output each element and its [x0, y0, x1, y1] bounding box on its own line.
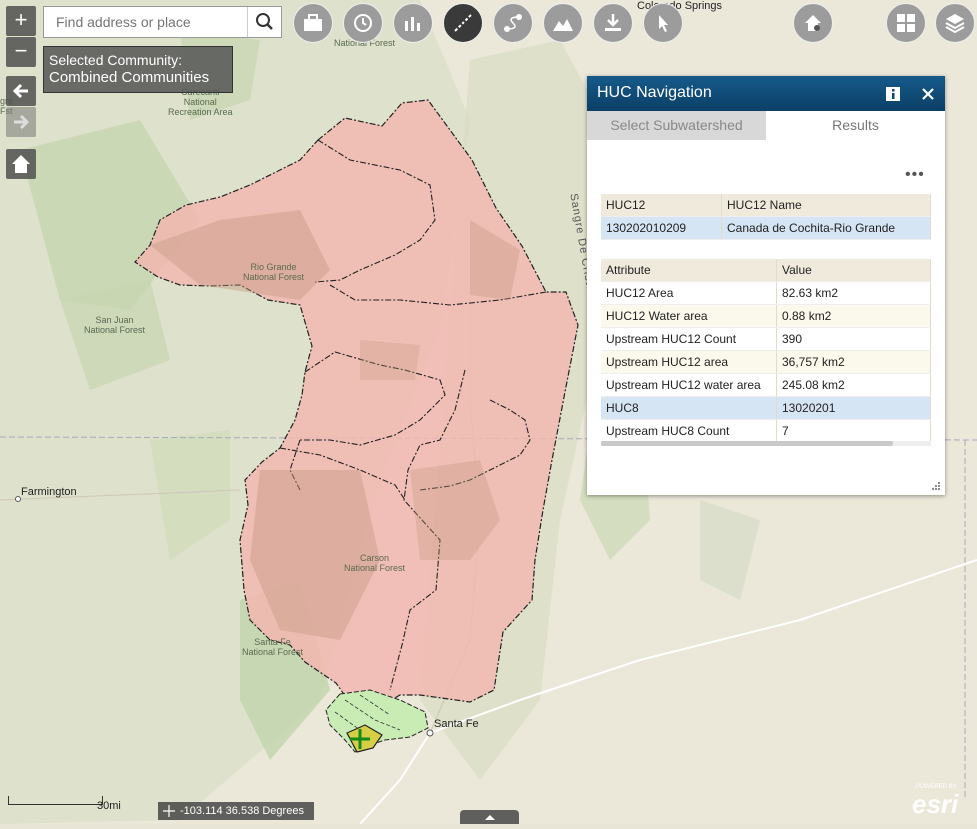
chart-button[interactable] [393, 3, 433, 43]
attr-name: HUC8 [601, 396, 777, 420]
previous-extent-button[interactable] [6, 76, 36, 106]
forward-arrow-icon [14, 114, 30, 130]
table-row[interactable]: Upstream HUC12 Count 390 [601, 327, 931, 351]
attr-name: Upstream HUC12 water area [601, 373, 777, 397]
info-icon[interactable] [886, 87, 900, 101]
trace-icon [454, 14, 472, 32]
location-button[interactable] [793, 3, 833, 43]
map-label-santa-fe: Santa Fe [434, 718, 479, 730]
esri-brand: esri [912, 789, 959, 819]
coordinate-value: -103.114 36.538 Degrees [180, 805, 304, 817]
attr-name: HUC12 Water area [601, 304, 777, 328]
map-label-farmington: Farmington [21, 486, 77, 498]
panel-header: HUC Navigation [587, 76, 945, 111]
scale-label: 30mi [97, 800, 121, 812]
bottom-panel-toggle[interactable] [460, 810, 519, 824]
attr-name: Upstream HUC12 area [601, 350, 777, 374]
close-icon[interactable] [922, 88, 934, 100]
attr-value: 390 [776, 327, 931, 351]
community-value: Combined Communities [49, 69, 210, 86]
clock-icon [354, 14, 372, 32]
pointer-icon [659, 15, 668, 32]
coordinate-display[interactable]: -103.114 36.538 Degrees [158, 802, 314, 820]
tab-select-subwatershed[interactable]: Select Subwatershed [587, 111, 766, 140]
layers-button[interactable] [935, 3, 975, 43]
table-row[interactable]: Upstream HUC12 water area 245.08 km2 [601, 373, 931, 397]
minus-icon: − [14, 38, 28, 63]
table-row[interactable]: HUC12 Water area 0.88 km2 [601, 304, 931, 328]
profile-icon [553, 19, 573, 31]
toolbox-button[interactable] [293, 3, 333, 43]
map-label-santa-fe-nf: Santa Fe National Forest [242, 637, 304, 657]
attr-value: 7 [776, 419, 931, 443]
more-options-button[interactable]: ••• [905, 166, 925, 184]
attr-value: 13020201 [776, 396, 931, 420]
back-arrow-icon [12, 83, 28, 99]
table-row[interactable]: HUC12 Area 82.63 km2 [601, 281, 931, 305]
huc12-name-header: HUC12 Name [721, 194, 931, 217]
attr-value: 245.08 km2 [776, 373, 931, 397]
chart-icon [405, 17, 420, 31]
zoom-out-button[interactable]: − [6, 37, 36, 67]
chevron-up-icon [485, 815, 495, 820]
map-label-carson-nf: Carson National Forest [344, 553, 406, 573]
table-scrollbar[interactable] [601, 441, 931, 446]
grid-icon [897, 14, 915, 32]
next-extent-button[interactable] [6, 107, 36, 137]
time-button[interactable] [343, 3, 383, 43]
attr-name: HUC12 Area [601, 281, 777, 305]
download-button[interactable] [593, 3, 633, 43]
scale-bar [8, 796, 103, 805]
table-row[interactable]: HUC8 13020201 [601, 396, 931, 420]
search-box[interactable] [43, 6, 282, 38]
resize-handle-icon[interactable] [931, 481, 941, 491]
table-row[interactable]: Upstream HUC8 Count 7 [601, 419, 931, 443]
zoom-in-button[interactable]: + [6, 6, 36, 36]
search-button[interactable] [247, 7, 281, 37]
huc12-header: HUC12 [601, 194, 722, 217]
table-row[interactable]: 130202010209 Canada de Cochita-Rio Grand… [601, 216, 931, 240]
huc-trace-button[interactable] [443, 3, 483, 43]
map-label-san-juan-nf: San Juan National Forest [84, 315, 146, 335]
profile-button[interactable] [543, 3, 583, 43]
plus-icon: + [14, 7, 28, 32]
select-button[interactable] [643, 3, 683, 43]
attr-value: 36,757 km2 [776, 350, 931, 374]
esri-logo: POWERED BY esri [910, 784, 976, 824]
huc-navigation-panel: HUC Navigation Select Subwatershed Resul… [587, 76, 945, 495]
search-input[interactable] [44, 7, 249, 37]
panel-title: HUC Navigation [597, 84, 712, 101]
huc12-cell: 130202010209 [601, 216, 722, 240]
home-icon [12, 155, 30, 173]
huc12-table: HUC12 HUC12 Name 130202010209 Canada de … [601, 194, 931, 240]
table-row[interactable]: Upstream HUC12 area 36,757 km2 [601, 350, 931, 374]
attr-value: 82.63 km2 [776, 281, 931, 305]
tab-results[interactable]: Results [766, 111, 945, 140]
location-icon [805, 15, 821, 31]
search-icon [256, 13, 273, 30]
attr-name: Upstream HUC8 Count [601, 419, 777, 443]
attribute-table: Attribute Value HUC12 Area 82.63 km2 HUC1… [601, 259, 931, 443]
community-label: Selected Community: [49, 52, 183, 68]
crosshair-icon [163, 805, 175, 817]
huc12-name-cell: Canada de Cochita-Rio Grande [721, 216, 931, 240]
map-label-rio-grande-nf: Rio Grande National Forest [243, 262, 305, 282]
attr-name: Upstream HUC12 Count [601, 327, 777, 351]
download-icon [605, 14, 621, 31]
value-header: Value [776, 259, 931, 282]
attr-value: 0.88 km2 [776, 304, 931, 328]
home-button[interactable] [6, 149, 36, 179]
route-button[interactable] [493, 3, 533, 43]
basemap-gallery-button[interactable] [886, 3, 926, 43]
route-icon [504, 14, 522, 32]
selected-community-box: Selected Community: Combined Communities [43, 46, 233, 93]
attribute-header: Attribute [601, 259, 777, 282]
layers-icon [945, 14, 965, 34]
toolbox-icon [304, 14, 322, 31]
